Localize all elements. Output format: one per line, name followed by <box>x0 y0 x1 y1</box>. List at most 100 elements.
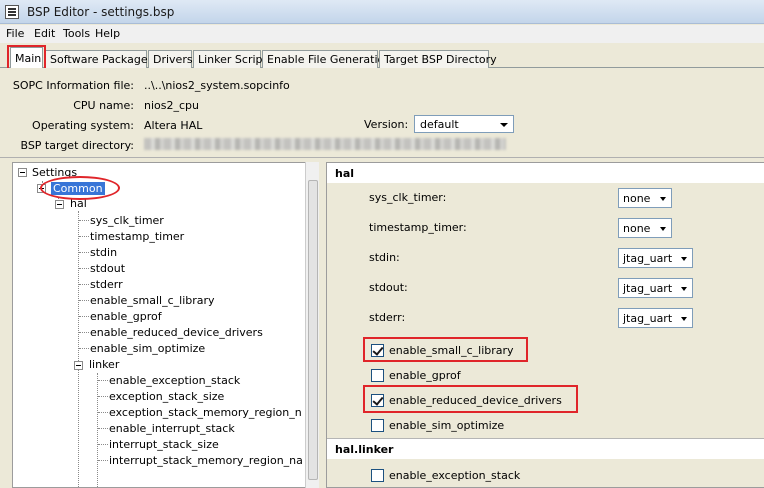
tree-scrollbar-thumb[interactable] <box>308 180 318 480</box>
stderr-select[interactable]: jtag_uart <box>618 308 693 328</box>
tree-item-enable-exception-stack[interactable]: enable_exception_stack <box>109 374 240 387</box>
panel-divider <box>0 157 764 158</box>
tree-item-interrupt-stack-size[interactable]: interrupt_stack_size <box>109 438 219 451</box>
chevron-down-icon <box>500 123 508 127</box>
timestamp-timer-value: none <box>623 222 651 235</box>
settings-tree: Settings Common hal sys_clk_timer timest… <box>12 162 318 488</box>
tree-item-interrupt-stack-memory-region[interactable]: interrupt_stack_memory_region_na <box>109 454 303 467</box>
enable-sim-optimize-option[interactable]: enable_sim_optimize <box>371 419 521 435</box>
sys-clk-timer-value: none <box>623 192 651 205</box>
collapse-linker-toggle[interactable] <box>74 361 83 370</box>
tree-connector <box>79 268 89 269</box>
bsp-info-panel: SOPC Information file: ..\..\nios2_syste… <box>0 68 764 157</box>
collapse-settings-toggle[interactable] <box>18 168 27 177</box>
menu-tools[interactable]: Tools <box>63 27 90 40</box>
tree-connector <box>79 300 89 301</box>
stdout-label: stdout: <box>369 281 408 294</box>
tree-item-stdout[interactable]: stdout <box>90 262 125 275</box>
enable-sim-optimize-label: enable_sim_optimize <box>389 419 505 432</box>
enable-gprof-label: enable_gprof <box>389 369 461 382</box>
tree-connector <box>79 332 89 333</box>
tree-item-enable-small-c-library[interactable]: enable_small_c_library <box>90 294 215 307</box>
tree-connector <box>98 444 108 445</box>
tab-strip: Main Software Packages Drivers Linker Sc… <box>0 43 764 69</box>
app-icon <box>5 5 19 19</box>
sopc-file-value: ..\..\nios2_system.sopcinfo <box>144 79 290 92</box>
bsp-target-dir-value-redacted <box>144 138 506 150</box>
tree-connector <box>78 211 79 371</box>
enable-exception-stack-label: enable_exception_stack <box>389 469 521 482</box>
tree-item-enable-interrupt-stack[interactable]: enable_interrupt_stack <box>109 422 235 435</box>
chevron-down-icon <box>681 287 687 291</box>
sys-clk-timer-label: sys_clk_timer: <box>369 191 447 204</box>
stdin-value: jtag_uart <box>623 252 673 265</box>
stdin-label: stdin: <box>369 251 400 264</box>
collapse-hal-toggle[interactable] <box>55 200 64 209</box>
cpu-name-value: nios2_cpu <box>144 99 199 112</box>
window-title: BSP Editor - settings.bsp <box>27 5 175 19</box>
tree-item-enable-gprof[interactable]: enable_gprof <box>90 310 162 323</box>
timestamp-timer-label: timestamp_timer: <box>369 221 467 234</box>
tree-item-stdin[interactable]: stdin <box>90 246 117 259</box>
bsp-target-dir-label: BSP target directory: <box>20 139 134 152</box>
tab-enable-file-generation[interactable]: Enable File Generation <box>262 50 391 68</box>
tab-linker-script[interactable]: Linker Script <box>193 50 267 68</box>
menu-help[interactable]: Help <box>95 27 120 40</box>
chevron-down-icon <box>660 227 666 231</box>
tree-item-linker[interactable]: linker <box>89 358 119 371</box>
version-select[interactable]: default <box>414 115 514 133</box>
common-highlight <box>40 176 120 200</box>
enable-gprof-checkbox[interactable] <box>371 369 384 382</box>
chevron-down-icon <box>681 317 687 321</box>
tree-item-enable-sim-optimize[interactable]: enable_sim_optimize <box>90 342 205 355</box>
tree-connector <box>79 252 89 253</box>
cpu-name-label: CPU name: <box>73 99 134 112</box>
hal-group-header: hal <box>327 163 764 183</box>
tree-connector <box>98 396 108 397</box>
menu-bar: File Edit Tools Help <box>0 25 764 43</box>
tree-item-exception-stack-memory-region[interactable]: exception_stack_memory_region_n <box>109 406 302 419</box>
tree-item-timestamp-timer[interactable]: timestamp_timer <box>90 230 184 243</box>
enable-gprof-option[interactable]: enable_gprof <box>371 369 491 385</box>
stderr-value: jtag_uart <box>623 312 673 325</box>
tree-item-stderr[interactable]: stderr <box>90 278 123 291</box>
stdout-select[interactable]: jtag_uart <box>618 278 693 298</box>
enable-sim-optimize-checkbox[interactable] <box>371 419 384 432</box>
tree-connector <box>98 428 108 429</box>
hal-linker-group-header: hal.linker <box>327 439 764 459</box>
tree-connector <box>79 220 89 221</box>
tree-connector <box>78 365 79 487</box>
chevron-down-icon <box>660 197 666 201</box>
small-c-library-highlight <box>363 337 528 362</box>
tree-connector <box>98 412 108 413</box>
enable-exception-stack-checkbox[interactable] <box>371 469 384 482</box>
tree-connector <box>98 380 108 381</box>
chevron-down-icon <box>681 257 687 261</box>
tree-connector <box>79 284 89 285</box>
pane-splitter[interactable] <box>319 162 326 488</box>
tree-item-enable-reduced-device-drivers[interactable]: enable_reduced_device_drivers <box>90 326 263 339</box>
menu-file[interactable]: File <box>6 27 24 40</box>
title-bar: BSP Editor - settings.bsp <box>0 0 764 24</box>
stdout-value: jtag_uart <box>623 282 673 295</box>
tab-target-bsp-directory[interactable]: Target BSP Directory <box>379 50 497 68</box>
timestamp-timer-select[interactable]: none <box>618 218 672 238</box>
sopc-file-label: SOPC Information file: <box>12 79 134 92</box>
tree-scrollbar[interactable] <box>305 162 319 488</box>
tree-connector <box>79 236 89 237</box>
menu-edit[interactable]: Edit <box>34 27 55 40</box>
tab-drivers[interactable]: Drivers <box>148 50 193 68</box>
tree-item-exception-stack-size[interactable]: exception_stack_size <box>109 390 224 403</box>
tree-connector <box>97 373 98 487</box>
enable-exception-stack-option[interactable]: enable_exception_stack <box>371 469 541 485</box>
sys-clk-timer-select[interactable]: none <box>618 188 672 208</box>
os-label: Operating system: <box>32 119 134 132</box>
tree-connector <box>79 348 89 349</box>
tree-connector <box>98 460 108 461</box>
tab-software-packages[interactable]: Software Packages <box>45 50 153 68</box>
stdin-select[interactable]: jtag_uart <box>618 248 693 268</box>
reduced-drivers-highlight <box>363 385 578 413</box>
settings-editor-panel: hal sys_clk_timer: none timestamp_timer:… <box>326 162 764 488</box>
tree-item-sys-clk-timer[interactable]: sys_clk_timer <box>90 214 164 227</box>
os-value: Altera HAL <box>144 119 203 132</box>
